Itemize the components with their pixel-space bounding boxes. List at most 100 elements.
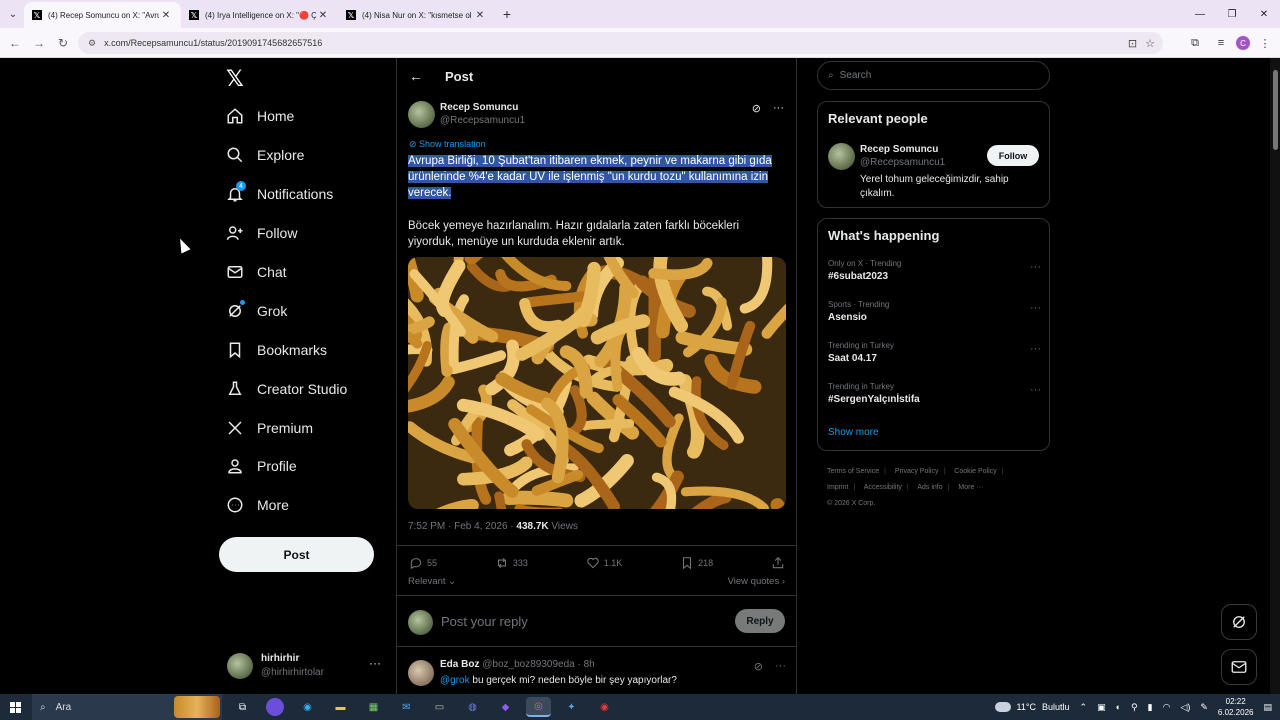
ads-info-link[interactable]: Ads info bbox=[917, 484, 942, 491]
bookmark-action[interactable]: 218 bbox=[680, 556, 713, 570]
post-button[interactable]: Post bbox=[219, 537, 374, 572]
new-tab-button[interactable]: + bbox=[495, 6, 519, 22]
app-icon[interactable]: ✦ bbox=[559, 697, 584, 717]
more-link[interactable]: More ··· bbox=[958, 484, 983, 491]
tray-app-icon[interactable]: ◐ bbox=[1116, 702, 1121, 712]
site-info-icon[interactable]: ⚙ bbox=[88, 38, 96, 49]
app-icon[interactable]: ◆ bbox=[493, 697, 518, 717]
minimize-icon[interactable]: — bbox=[1184, 0, 1216, 28]
sidebar-item-home[interactable]: Home bbox=[226, 97, 347, 136]
task-view-icon[interactable]: ⧉ bbox=[230, 697, 255, 717]
more-dots-icon[interactable]: ··· bbox=[1030, 343, 1041, 355]
more-dots-icon[interactable]: ··· bbox=[1030, 302, 1041, 314]
store-icon[interactable]: ▦ bbox=[361, 697, 386, 717]
x-logo-icon[interactable]: 𝕏 bbox=[226, 66, 244, 92]
post-time[interactable]: 7:52 PM · Feb 4, 2026 · bbox=[408, 521, 516, 532]
post-author[interactable]: Recep Somuncu @Recepsamuncu1 bbox=[408, 101, 525, 128]
tab-close-icon[interactable]: ✕ bbox=[159, 10, 173, 21]
reply-author-name[interactable]: Eda Boz bbox=[440, 659, 479, 670]
volume-icon[interactable]: ◁) bbox=[1180, 702, 1190, 713]
grok-icon[interactable]: ⊘ bbox=[752, 102, 761, 115]
back-icon[interactable]: ← bbox=[3, 36, 27, 50]
restore-icon[interactable]: ❐ bbox=[1216, 0, 1248, 28]
search-input[interactable]: ⌕ Search bbox=[817, 61, 1050, 90]
avatar[interactable] bbox=[828, 143, 855, 170]
reply-input[interactable]: Post your reply bbox=[441, 614, 528, 629]
share-action[interactable] bbox=[771, 556, 785, 570]
tab-close-icon[interactable]: ✕ bbox=[316, 10, 330, 21]
discord-icon[interactable]: ◍ bbox=[460, 697, 485, 717]
person-name[interactable]: Recep Somuncu bbox=[860, 143, 945, 156]
browser-tab[interactable]: 𝕏 (4) Nisa Nur on X: "kısmetse ol ✕ bbox=[338, 2, 495, 28]
browser-tab-active[interactable]: 𝕏 (4) Recep Somuncu on X: "Avrupa ✕ bbox=[24, 2, 181, 28]
imprint-link[interactable]: Imprint bbox=[827, 484, 848, 491]
tab-search-button[interactable]: ⌄ bbox=[2, 3, 24, 25]
close-window-icon[interactable]: ✕ bbox=[1248, 0, 1280, 28]
show-translation-link[interactable]: ⊘ Show translation bbox=[409, 139, 486, 150]
page-scrollbar[interactable] bbox=[1270, 58, 1280, 694]
show-more-link[interactable]: Show more bbox=[828, 427, 879, 438]
repost-action[interactable]: 333 bbox=[495, 556, 528, 570]
tray-app-icon[interactable]: ▣ bbox=[1097, 702, 1106, 713]
reply-action[interactable]: 55 bbox=[409, 556, 437, 570]
account-switcher[interactable]: hirhirhir @hirhirhirtolar ··· bbox=[227, 648, 387, 684]
scrollbar-thumb[interactable] bbox=[1273, 70, 1278, 150]
forward-icon[interactable]: → bbox=[27, 36, 51, 50]
reload-icon[interactable]: ↻ bbox=[51, 36, 75, 50]
outlook-icon[interactable]: ✉ bbox=[394, 697, 419, 717]
grok-icon[interactable]: ⊘ bbox=[754, 660, 763, 673]
copilot-icon[interactable] bbox=[266, 698, 284, 716]
privacy-link[interactable]: Privacy Policy bbox=[895, 468, 939, 475]
wifi-icon[interactable]: ◠ bbox=[1163, 702, 1171, 713]
app-icon[interactable]: ◉ bbox=[592, 697, 617, 717]
like-action[interactable]: 1.1K bbox=[586, 556, 622, 570]
sidebar-item-follow[interactable]: Follow bbox=[226, 214, 347, 253]
sidebar-item-more[interactable]: More bbox=[226, 486, 347, 525]
post-image[interactable] bbox=[408, 257, 786, 509]
weather-widget[interactable]: 11°C Bulutlu bbox=[994, 702, 1070, 712]
notification-center-icon[interactable]: ▤ bbox=[1263, 702, 1272, 713]
trend-item[interactable]: Trending in Turkey Saat 04.17 ··· bbox=[828, 341, 1041, 364]
more-dots-icon[interactable]: ··· bbox=[773, 102, 784, 115]
view-quotes-link[interactable]: View quotes › bbox=[728, 576, 785, 587]
sidebar-item-chat[interactable]: Chat bbox=[226, 253, 347, 292]
sidebar-item-premium[interactable]: Premium bbox=[226, 408, 347, 447]
bookmark-star-icon[interactable]: ☆ bbox=[1145, 37, 1155, 50]
edge-icon[interactable]: ◉ bbox=[295, 697, 320, 717]
sort-relevant-dropdown[interactable]: Relevant ⌄ bbox=[408, 576, 456, 587]
relevant-person[interactable]: Recep Somuncu @Recepsamuncu1 bbox=[828, 143, 945, 170]
terms-link[interactable]: Terms of Service bbox=[827, 468, 879, 475]
follow-button[interactable]: Follow bbox=[987, 145, 1039, 166]
avatar[interactable] bbox=[408, 101, 435, 128]
reply-button[interactable]: Reply bbox=[735, 609, 785, 633]
accessibility-link[interactable]: Accessibility bbox=[864, 484, 902, 491]
chrome-icon[interactable]: ◎ bbox=[526, 697, 551, 717]
install-app-icon[interactable]: ⊡ bbox=[1128, 37, 1137, 50]
start-button[interactable] bbox=[0, 701, 30, 713]
tab-close-icon[interactable]: ✕ bbox=[473, 10, 487, 21]
file-explorer-icon[interactable]: ▬ bbox=[328, 697, 353, 717]
pen-icon[interactable]: ✎ bbox=[1200, 702, 1208, 713]
battery-icon[interactable]: ▮ bbox=[1148, 702, 1153, 713]
trend-item[interactable]: Sports · Trending Asensio ··· bbox=[828, 300, 1041, 323]
taskbar-search[interactable]: ⌕ Ara bbox=[32, 694, 222, 720]
profile-avatar[interactable]: C bbox=[1236, 36, 1250, 50]
more-dots-icon[interactable]: ··· bbox=[1030, 384, 1041, 396]
clock[interactable]: 02:22 6.02.2026 bbox=[1218, 696, 1254, 718]
more-dots-icon[interactable]: ··· bbox=[369, 656, 381, 670]
media-icon[interactable]: ≡ bbox=[1210, 32, 1232, 54]
author-name[interactable]: Recep Somuncu bbox=[440, 101, 525, 114]
messages-fab-button[interactable] bbox=[1221, 649, 1257, 685]
cookie-link[interactable]: Cookie Policy bbox=[954, 468, 996, 475]
app-icon[interactable]: ▭ bbox=[427, 697, 452, 717]
usb-icon[interactable]: ⚲ bbox=[1131, 702, 1138, 713]
sidebar-item-grok[interactable]: Grok bbox=[226, 291, 347, 330]
back-arrow-icon[interactable]: ← bbox=[409, 68, 423, 84]
author-handle[interactable]: @Recepsamuncu1 bbox=[440, 114, 525, 127]
more-dots-icon[interactable]: ··· bbox=[1030, 261, 1041, 273]
sidebar-item-creator-studio[interactable]: Creator Studio bbox=[226, 369, 347, 408]
menu-dots-icon[interactable]: ⋮ bbox=[1254, 32, 1276, 54]
sidebar-item-profile[interactable]: Profile bbox=[226, 447, 347, 486]
sidebar-item-bookmarks[interactable]: Bookmarks bbox=[226, 330, 347, 369]
browser-tab[interactable]: 𝕏 (4) Irya Intelligence on X: "🔴 Ç ✕ bbox=[181, 2, 338, 28]
